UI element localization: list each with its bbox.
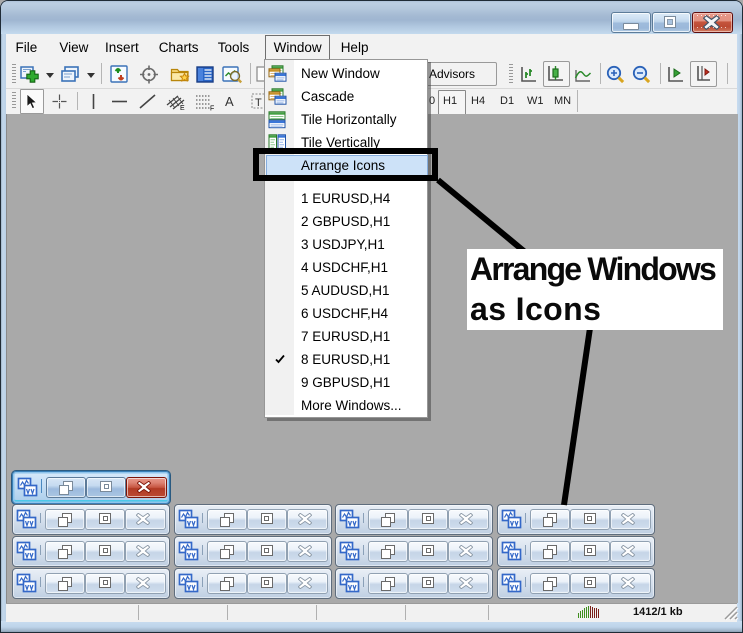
svg-text:F: F [210,106,214,112]
svg-text:E: E [180,105,185,111]
svg-text:T: T [255,97,262,109]
